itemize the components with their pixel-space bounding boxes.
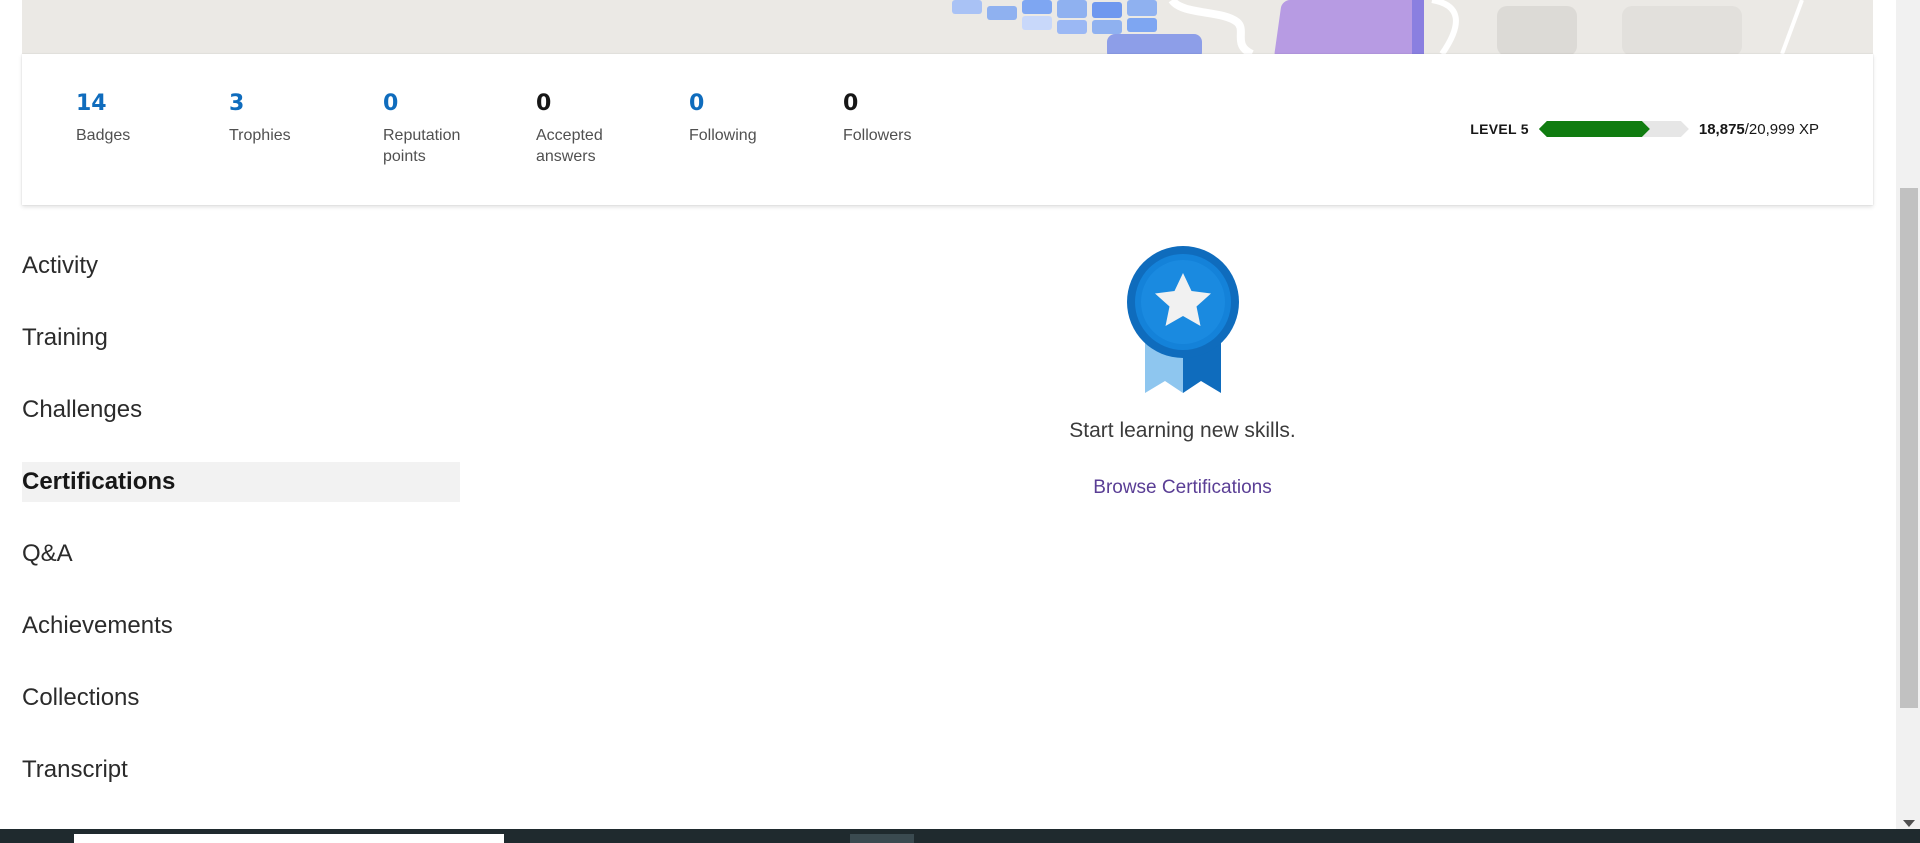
stat-value: 0 [383, 91, 399, 116]
nav-item-certifications[interactable]: Certifications [22, 462, 460, 502]
stat-value: 0 [689, 91, 705, 116]
taskbar [0, 829, 1920, 843]
nav-item-qa[interactable]: Q&A [22, 534, 460, 574]
taskbar-search-box[interactable] [74, 834, 504, 843]
stat-value: 0 [536, 91, 552, 116]
stat-trophies[interactable]: 3 Trophies [229, 90, 369, 146]
stat-label: Trophies [229, 127, 291, 144]
profile-nav: Activity Training Challenges Certificati… [22, 246, 460, 822]
nav-item-collections[interactable]: Collections [22, 678, 460, 718]
stat-badges[interactable]: 14 Badges [76, 90, 216, 146]
level-label: LEVEL 5 [1470, 121, 1529, 137]
stat-following[interactable]: 0 Following [689, 90, 829, 146]
browse-certifications-link[interactable]: Browse Certifications [1093, 477, 1271, 499]
level-progress: LEVEL 5 18,875/20,999 XP [1470, 119, 1819, 139]
certifications-empty-state: Start learning new skills. Browse Certif… [1000, 245, 1365, 499]
stat-accepted-answers: 0 Accepted answers [536, 90, 626, 167]
xp-progress-fill [1539, 121, 1650, 137]
xp-text: 18,875/20,999 XP [1699, 121, 1819, 138]
stat-label: Following [689, 127, 757, 144]
nav-item-activity[interactable]: Activity [22, 246, 460, 286]
stat-label: Reputation points [383, 127, 461, 165]
stat-reputation-points[interactable]: 0 Reputation points [383, 90, 483, 167]
empty-state-message: Start learning new skills. [1069, 419, 1296, 442]
profile-stats-card: 14 Badges 3 Trophies 0 Reputation points… [22, 54, 1873, 205]
nav-item-achievements[interactable]: Achievements [22, 606, 460, 646]
stat-label: Accepted answers [536, 127, 603, 165]
stat-value: 14 [76, 91, 107, 116]
taskbar-app-button[interactable] [850, 834, 914, 843]
xp-current: 18,875 [1698, 120, 1745, 138]
scrollbar-thumb[interactable] [1900, 188, 1918, 708]
scroll-down-arrow-icon[interactable] [1903, 820, 1915, 827]
stat-value: 0 [843, 91, 859, 116]
stat-value: 3 [229, 91, 245, 116]
nav-item-challenges[interactable]: Challenges [22, 390, 460, 430]
banner-illustration [22, 0, 1873, 54]
xp-total: /20,999 XP [1744, 120, 1819, 138]
certification-ribbon-icon [1126, 246, 1239, 393]
nav-item-transcript[interactable]: Transcript [22, 750, 460, 790]
stat-label: Followers [843, 127, 912, 144]
stat-label: Badges [76, 127, 131, 144]
stat-followers: 0 Followers [843, 90, 983, 146]
xp-progress-bar [1538, 121, 1689, 137]
profile-banner [22, 0, 1873, 54]
page-scrollbar[interactable] [1896, 0, 1920, 829]
nav-item-training[interactable]: Training [22, 318, 460, 358]
